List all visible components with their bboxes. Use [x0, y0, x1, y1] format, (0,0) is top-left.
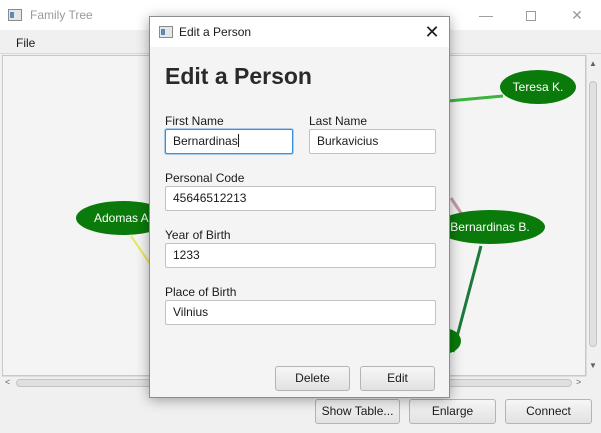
connect-button[interactable]: Connect — [505, 399, 592, 424]
first-name-label: First Name — [165, 114, 224, 128]
app-icon — [8, 9, 22, 21]
node-label-bernardinas: Bernardinas B. — [450, 220, 529, 234]
scroll-up-icon[interactable]: ▲ — [589, 59, 597, 68]
scroll-left-icon[interactable]: < — [5, 377, 10, 387]
menu-file[interactable]: File — [16, 36, 35, 50]
maximize-icon — [526, 11, 536, 22]
dialog-app-icon — [159, 26, 173, 38]
text-caret — [237, 134, 239, 147]
last-name-field[interactable]: Burkavicius — [309, 129, 436, 154]
minimize-button[interactable]: — — [463, 0, 509, 30]
close-button[interactable]: ✕ — [554, 0, 600, 30]
personal-code-label: Personal Code — [165, 171, 245, 185]
edit-person-dialog: Edit a Person ✕ Edit a Person First Name… — [149, 16, 450, 398]
dialog-title: Edit a Person — [179, 25, 252, 39]
delete-button[interactable]: Delete — [275, 366, 350, 391]
dialog-heading: Edit a Person — [165, 63, 312, 89]
scroll-right-icon[interactable]: > — [576, 377, 581, 387]
first-name-field[interactable]: Bernardinas — [165, 129, 293, 154]
last-name-label: Last Name — [309, 114, 368, 128]
vertical-scrollbar[interactable]: ▲ ▼ — [586, 55, 599, 376]
maximize-button[interactable] — [508, 0, 554, 30]
edge-teresa — [447, 94, 504, 103]
enlarge-button[interactable]: Enlarge — [409, 399, 496, 424]
place-of-birth-field[interactable]: Vilnius — [165, 300, 436, 325]
node-label-adomas: Adomas A. — [94, 211, 152, 225]
year-of-birth-label: Year of Birth — [165, 228, 231, 242]
show-table-button[interactable]: Show Table... — [315, 399, 400, 424]
vertical-scroll-thumb[interactable] — [589, 81, 597, 347]
dialog-titlebar: Edit a Person ✕ — [150, 17, 449, 47]
personal-code-field[interactable]: 45646512213 — [165, 186, 436, 211]
first-name-value: Bernardinas — [173, 134, 238, 148]
dialog-close-button[interactable]: ✕ — [420, 21, 444, 43]
year-of-birth-field[interactable]: 1233 — [165, 243, 436, 268]
window-title: Family Tree — [30, 8, 93, 22]
edit-button[interactable]: Edit — [360, 366, 435, 391]
scroll-down-icon[interactable]: ▼ — [589, 361, 597, 370]
place-of-birth-label: Place of Birth — [165, 285, 237, 299]
node-label-teresa: Teresa K. — [513, 80, 564, 94]
